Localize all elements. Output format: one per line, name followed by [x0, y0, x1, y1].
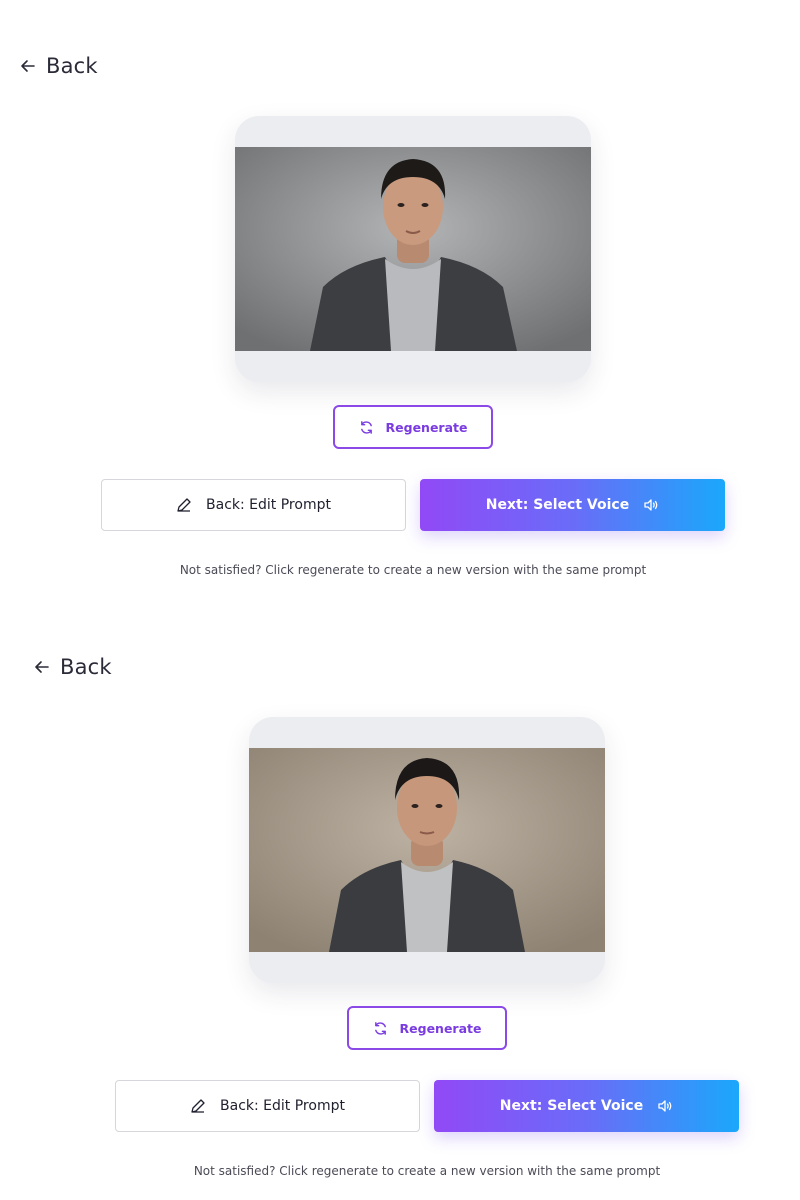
- avatar-photo: [235, 147, 591, 351]
- select-voice-label: Next: Select Voice: [485, 497, 630, 513]
- pencil-icon: [177, 498, 191, 512]
- regenerate-label: Regenerate: [399, 1020, 482, 1036]
- select-voice-label: Next: Select Voice: [499, 1098, 644, 1114]
- screen-1: Back Regenerate Back: Edit Prompt Next: …: [0, 0, 800, 600]
- speaker-icon: [644, 499, 658, 511]
- regenerate-hint: Not satisfied? Click regenerate to creat…: [193, 1164, 661, 1178]
- edit-prompt-button[interactable]: Back: Edit Prompt: [115, 1080, 420, 1132]
- avatar-preview-card: [235, 116, 591, 382]
- edit-prompt-label: Back: Edit Prompt: [220, 1098, 345, 1114]
- back-label: Back: [60, 655, 112, 679]
- avatar-preview-card: [249, 717, 605, 983]
- regenerate-hint: Not satisfied? Click regenerate to creat…: [179, 563, 647, 577]
- back-link[interactable]: Back: [20, 54, 98, 78]
- regenerate-button[interactable]: Regenerate: [333, 405, 493, 449]
- select-voice-button[interactable]: Next: Select Voice: [420, 479, 725, 531]
- arrow-left-icon: [35, 661, 49, 673]
- speaker-icon: [658, 1100, 672, 1112]
- back-label: Back: [46, 54, 98, 78]
- refresh-icon: [360, 420, 372, 434]
- refresh-icon: [374, 1021, 386, 1035]
- select-voice-button[interactable]: Next: Select Voice: [434, 1080, 739, 1132]
- avatar-photo: [249, 748, 605, 952]
- back-link[interactable]: Back: [34, 655, 112, 679]
- edit-prompt-button[interactable]: Back: Edit Prompt: [101, 479, 406, 531]
- regenerate-label: Regenerate: [385, 419, 468, 435]
- edit-prompt-label: Back: Edit Prompt: [206, 497, 331, 513]
- regenerate-button[interactable]: Regenerate: [347, 1006, 507, 1050]
- screen-2: Back Regenerate Back: Edit Prompt Next: …: [0, 601, 800, 1200]
- pencil-icon: [191, 1099, 205, 1113]
- arrow-left-icon: [21, 60, 35, 72]
